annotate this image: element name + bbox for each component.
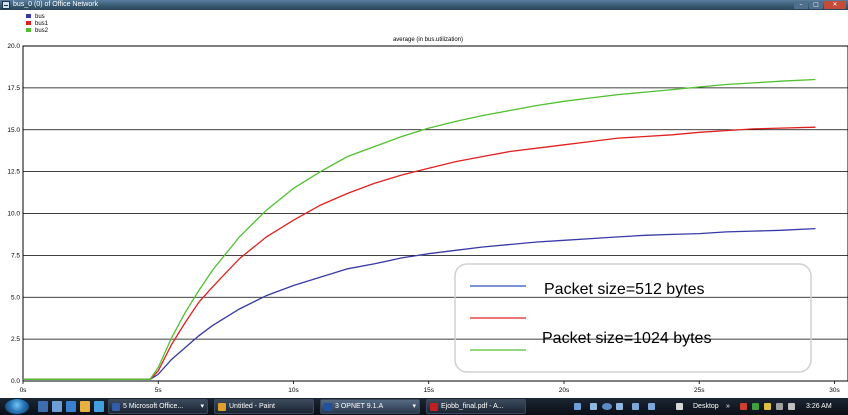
taskbar-button-paint[interactable]: Untitled - Paint: [214, 399, 314, 414]
taskbar-button-label: Untitled - Paint: [229, 403, 275, 410]
device-icon[interactable]: [776, 403, 783, 410]
office-icon: [112, 403, 120, 411]
pdf-icon: [430, 403, 438, 411]
taskbar-button-label: 3 OPNET 9.1.A: [335, 403, 384, 410]
window-app-icon[interactable]: [2, 1, 10, 9]
annotation-text: Packet size=1024 bytes: [542, 330, 711, 347]
system-clock[interactable]: 3:26 AM: [806, 398, 832, 415]
stop-icon[interactable]: [632, 403, 639, 410]
taskbar-button-pdf[interactable]: Ejobb_final.pdf - A...: [426, 399, 526, 414]
graph-panel: bus bus1 bus2 average (in bus.utilization)…: [0, 10, 848, 398]
x-tick-label: 10s: [288, 387, 299, 394]
y-tick-label: 10.0: [7, 211, 20, 218]
y-axis-ticks: 0.0 2.5 5.0 7.5 10.0 12.5 15.0 17.5 20.0: [7, 43, 20, 385]
paint-icon: [218, 403, 226, 411]
legend-swatch: [26, 14, 31, 18]
taskbar-button-opnet[interactable]: 3 OPNET 9.1.A ▾: [320, 399, 420, 414]
group-arrow-icon: ▾: [412, 403, 416, 410]
window-title: bus_0 (0) of Office Network: [13, 1, 99, 8]
minimize-button[interactable]: –: [794, 1, 808, 9]
y-tick-label: 20.0: [7, 43, 20, 50]
legend-label: bus: [35, 14, 45, 20]
y-tick-label: 15.0: [7, 127, 20, 134]
media-player-icon[interactable]: [94, 401, 104, 412]
y-tick-label: 5.0: [11, 294, 20, 301]
taskbar-button-label: Ejobb_final.pdf - A...: [441, 403, 504, 410]
play-pause-icon[interactable]: [602, 403, 612, 410]
prev-track-icon[interactable]: [590, 403, 597, 410]
x-tick-label: 30s: [829, 387, 840, 394]
taskbar-button-label: 5 Microsoft Office...: [123, 403, 184, 410]
grid-lines: [22, 45, 848, 382]
volume-slider-icon[interactable]: [648, 403, 655, 410]
group-arrow-icon: ▾: [200, 403, 204, 410]
folder-icon[interactable]: [80, 401, 90, 412]
y-tick-label: 0.0: [11, 378, 20, 385]
language-icon[interactable]: [574, 403, 581, 410]
legend-label: bus1: [35, 21, 49, 27]
notification-icon[interactable]: [764, 403, 771, 410]
legend-swatch: [26, 28, 31, 32]
taskbar: 5 Microsoft Office... ▾ Untitled - Paint…: [0, 398, 848, 415]
computer-icon[interactable]: [676, 403, 683, 410]
show-desktop-icon[interactable]: [38, 401, 48, 412]
taskbar-button-office[interactable]: 5 Microsoft Office... ▾: [108, 399, 208, 414]
speaker-icon[interactable]: [788, 403, 795, 410]
y-tick-label: 7.5: [11, 252, 20, 259]
next-track-icon[interactable]: [616, 403, 623, 410]
legend-label: bus2: [35, 28, 49, 34]
internet-explorer-icon[interactable]: [66, 401, 76, 412]
y-tick-label: 2.5: [11, 336, 20, 343]
title-bar: bus_0 (0) of Office Network – □ ✕: [0, 0, 848, 10]
switch-windows-icon[interactable]: [52, 401, 62, 412]
close-button[interactable]: ✕: [824, 1, 846, 9]
security-icon[interactable]: [740, 403, 747, 410]
toolbar-expand-icon[interactable]: »: [726, 398, 730, 415]
start-button[interactable]: [4, 398, 30, 415]
packet-size-annotation: Packet size=512 bytes Packet size=1024 by…: [454, 263, 812, 373]
x-tick-label: 15s: [423, 387, 434, 394]
annotation-text: Packet size=512 bytes: [544, 281, 705, 298]
x-tick-label: 0s: [20, 387, 28, 394]
utilization-chart: busbus1bus2 average (in bus.utilization)…: [7, 14, 848, 394]
desktop-toolbar-label[interactable]: Desktop: [693, 398, 719, 415]
maximize-button[interactable]: □: [809, 1, 823, 9]
series-line-bus: [23, 227, 816, 380]
y-tick-label: 12.5: [7, 169, 20, 176]
x-tick-label: 20s: [559, 387, 570, 394]
x-tick-label: 5s: [155, 387, 163, 394]
x-tick-label: 25s: [694, 387, 705, 394]
chart-title: average (in bus.utilization): [393, 37, 463, 43]
legend-swatch: [26, 21, 31, 25]
x-axis-ticks: 0s 5s 10s 15s 20s 25s 30s: [20, 381, 840, 394]
series-legend: busbus1bus2: [26, 14, 49, 34]
opnet-icon: [324, 403, 332, 411]
network-icon[interactable]: [752, 403, 759, 410]
y-tick-label: 17.5: [7, 85, 20, 92]
